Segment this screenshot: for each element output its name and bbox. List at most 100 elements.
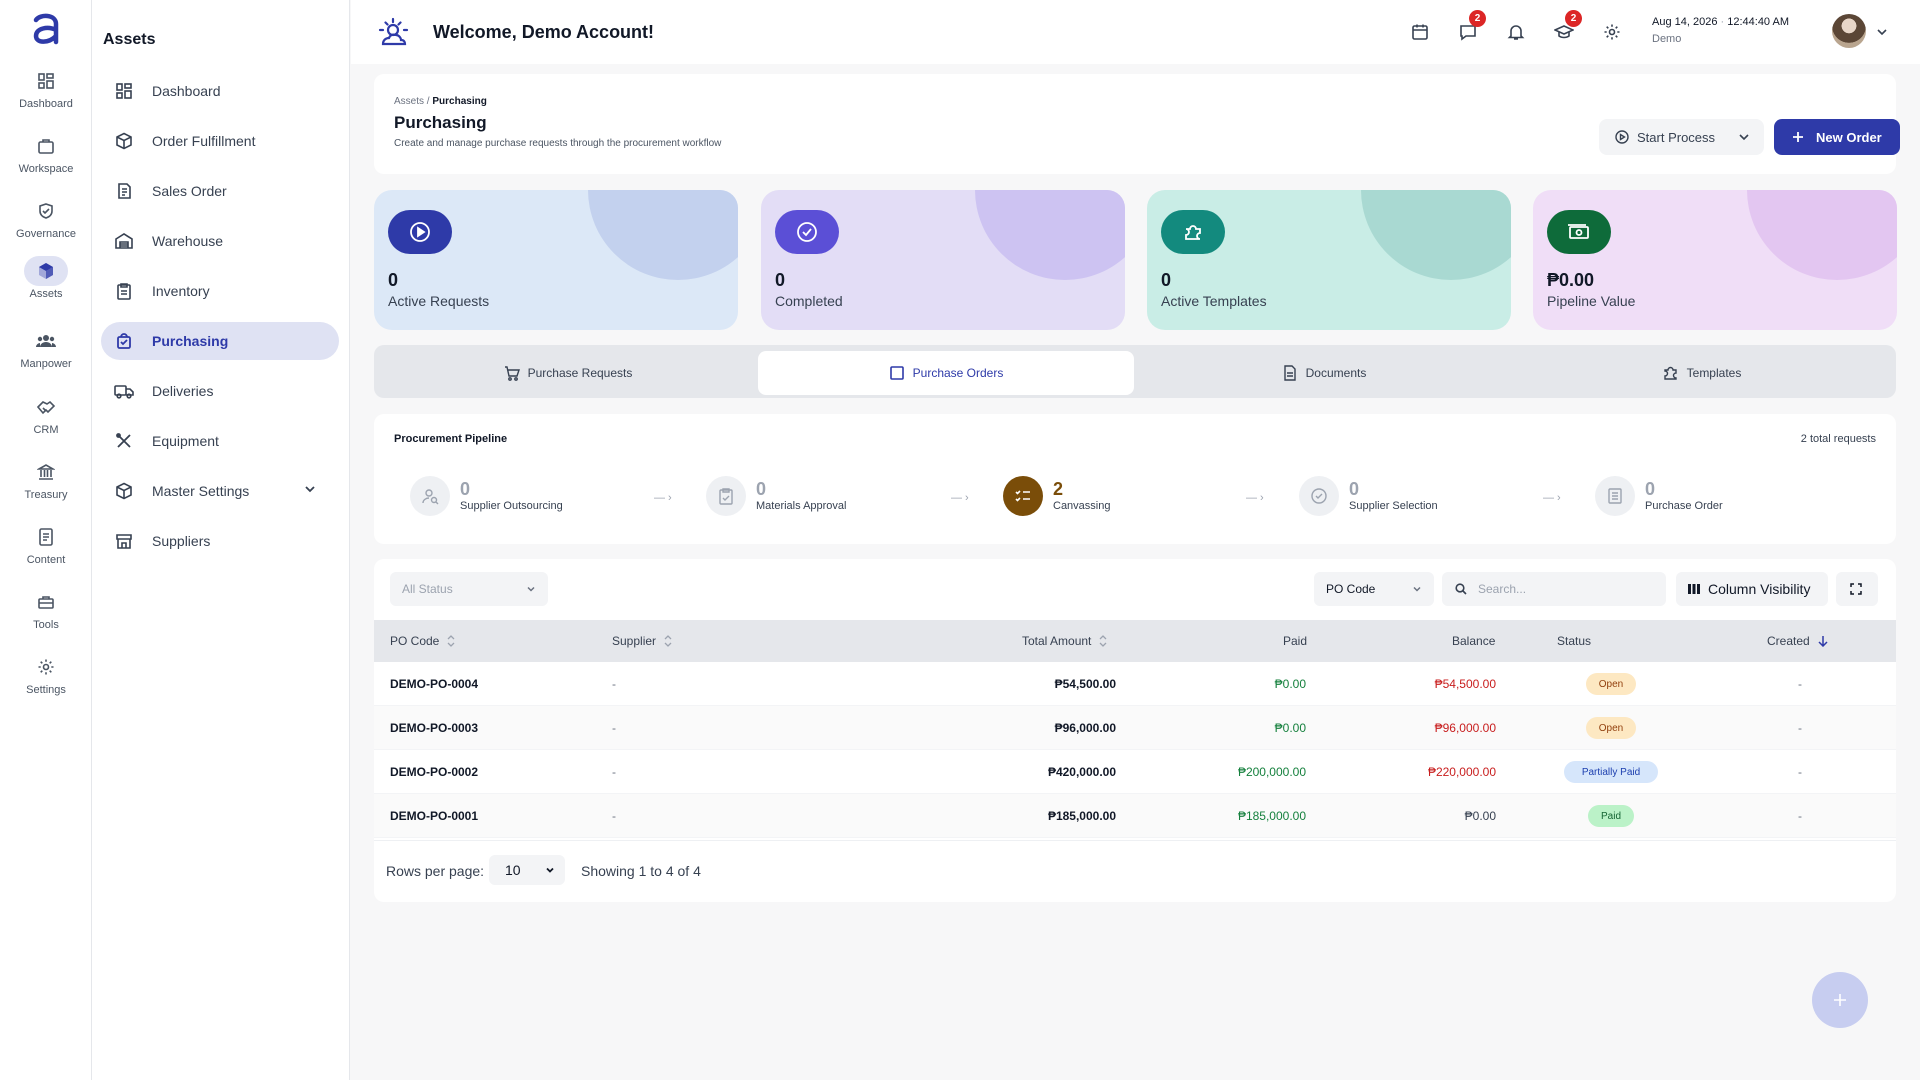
new-order-button[interactable]: New Order [1774, 119, 1900, 155]
column-header-label: Created [1767, 634, 1810, 648]
search-field-select[interactable]: PO Code [1314, 572, 1434, 606]
tab-templates[interactable]: Templates [1514, 351, 1890, 395]
table-row[interactable]: DEMO-PO-0003 - ₱96,000.00 ₱0.00 ₱96,000.… [374, 706, 1896, 750]
table-row[interactable]: DEMO-PO-0002 - ₱420,000.00 ₱200,000.00 ₱… [374, 750, 1896, 794]
pipeline-stage-supplier-selection[interactable]: 0 Supplier Selection [1299, 476, 1438, 516]
stage-label: Materials Approval [756, 500, 847, 512]
rail-label: Workspace [18, 163, 74, 175]
column-header-created[interactable]: Created [1767, 634, 1828, 648]
chevron-down-icon[interactable] [303, 482, 317, 496]
column-visibility-button[interactable]: Column Visibility [1676, 572, 1828, 606]
status-filter-value: All Status [402, 582, 453, 596]
learning-button[interactable]: 2 [1551, 10, 1582, 45]
rail-item-assets[interactable]: Assets [0, 256, 92, 312]
sidebar-item-master-settings[interactable]: Master Settings [101, 472, 339, 510]
money-icon [1547, 210, 1611, 254]
po-code-cell: DEMO-PO-0001 [390, 809, 479, 823]
orders-table-card: All Status PO Code Search... Column Visi… [374, 559, 1896, 902]
sidebar-item-suppliers[interactable]: Suppliers [101, 522, 339, 560]
po-code-cell: DEMO-PO-0004 [390, 677, 479, 691]
rail-label: Manpower [20, 358, 72, 370]
total-cell: ₱96,000.00 [1054, 721, 1116, 735]
messages-button[interactable]: 2 [1455, 10, 1486, 45]
play-circle-icon [388, 210, 452, 254]
rail-item-workspace[interactable]: Workspace [0, 131, 92, 187]
document-icon [1282, 365, 1306, 381]
status-badge: Paid [1588, 805, 1634, 827]
users-icon [24, 326, 68, 356]
list-check-icon [1003, 476, 1043, 516]
rail-item-tools[interactable]: Tools [0, 587, 92, 643]
created-cell: - [1798, 677, 1802, 691]
toolbox-icon [24, 587, 68, 617]
pipeline-stage-canvassing[interactable]: 2 Canvassing [1003, 476, 1110, 516]
sidebar-item-label: Inventory [152, 283, 210, 299]
sidebar-item-dashboard[interactable]: Dashboard [101, 72, 339, 110]
pipeline-stage-materials-approval[interactable]: 0 Materials Approval [706, 476, 847, 516]
badge-check-icon [1299, 476, 1339, 516]
tab-purchase-orders[interactable]: Purchase Orders [758, 351, 1134, 395]
puzzle-icon [1161, 210, 1225, 254]
table-header: PO Code Supplier Total Amount Paid Balan… [374, 620, 1896, 662]
arrow-down-icon [1810, 635, 1828, 647]
column-visibility-label: Column Visibility [1708, 581, 1811, 597]
rail-item-manpower[interactable]: Manpower [0, 326, 92, 382]
sidebar-item-order-fulfillment[interactable]: Order Fulfillment [101, 122, 339, 160]
stat-card-pipeline-value: ₱0.00 Pipeline Value [1533, 190, 1897, 330]
rail-item-content[interactable]: Content [0, 522, 92, 578]
column-header-status[interactable]: Status [1557, 634, 1591, 648]
column-header-balance[interactable]: Balance [1452, 634, 1495, 648]
chevron-down-icon [1738, 131, 1750, 143]
stage-label: Supplier Selection [1349, 500, 1438, 512]
rail-item-dashboard[interactable]: Dashboard [0, 66, 92, 122]
column-header-paid[interactable]: Paid [1283, 634, 1307, 648]
sidebar-item-label: Deliveries [152, 383, 214, 399]
rail-item-settings[interactable]: Settings [0, 652, 92, 708]
calendar-icon[interactable] [1407, 19, 1433, 45]
paid-cell: ₱0.00 [1274, 677, 1306, 691]
sidebar-title: Assets [103, 31, 156, 48]
date-text: Aug 14, 2026 [1652, 16, 1718, 28]
rail-item-governance[interactable]: Governance [0, 196, 92, 252]
column-header-total-amount[interactable]: Total Amount [1022, 634, 1107, 648]
rows-per-page-select[interactable]: 10 [489, 855, 565, 885]
bell-icon[interactable] [1503, 19, 1529, 45]
start-process-button[interactable]: Start Process [1599, 119, 1764, 155]
column-header-supplier[interactable]: Supplier [612, 634, 672, 648]
total-cell: ₱54,500.00 [1054, 677, 1116, 691]
pipeline-stage-supplier-outsourcing[interactable]: 0 Supplier Outsourcing [410, 476, 563, 516]
sort-icon [439, 635, 455, 647]
table-row[interactable]: DEMO-PO-0004 - ₱54,500.00 ₱0.00 ₱54,500.… [374, 662, 1896, 706]
tab-purchase-requests[interactable]: Purchase Requests [380, 351, 756, 395]
floating-add-button[interactable] [1812, 972, 1868, 1028]
column-header-po-code[interactable]: PO Code [390, 634, 455, 648]
rail-item-crm[interactable]: CRM [0, 392, 92, 448]
app-logo[interactable] [30, 12, 62, 46]
sidebar-item-purchasing[interactable]: Purchasing [101, 322, 339, 360]
sidebar-item-inventory[interactable]: Inventory [101, 272, 339, 310]
balance-cell: ₱0.00 [1464, 809, 1496, 823]
status-filter-select[interactable]: All Status [390, 572, 548, 606]
rail-item-treasury[interactable]: Treasury [0, 457, 92, 513]
sidebar-item-sales-order[interactable]: Sales Order [101, 172, 339, 210]
total-cell: ₱185,000.00 [1047, 809, 1116, 823]
column-header-label: Paid [1283, 634, 1308, 648]
sidebar-item-warehouse[interactable]: Warehouse [101, 222, 339, 260]
settings-gear-icon[interactable] [1599, 19, 1625, 45]
search-input[interactable]: Search... [1442, 572, 1666, 606]
chevron-down-icon[interactable] [1876, 26, 1888, 38]
sidebar-item-deliveries[interactable]: Deliveries [101, 372, 339, 410]
user-search-icon [410, 476, 450, 516]
fullscreen-button[interactable] [1836, 572, 1878, 606]
sidebar-item-equipment[interactable]: Equipment [101, 422, 339, 460]
breadcrumb-parent[interactable]: Assets [394, 96, 424, 107]
table-row[interactable]: DEMO-PO-0001 - ₱185,000.00 ₱185,000.00 ₱… [374, 794, 1896, 838]
tab-documents[interactable]: Documents [1136, 351, 1512, 395]
avatar[interactable] [1832, 14, 1866, 48]
datetime: Aug 14, 2026 · 12:44:40 AM [1652, 16, 1790, 28]
stage-count: 0 [1349, 479, 1360, 499]
paid-cell: ₱0.00 [1274, 721, 1306, 735]
top-bar: Welcome, Demo Account! 2 2 Aug 14, 2026 … [351, 0, 1920, 64]
supplier-cell: - [612, 721, 616, 735]
pipeline-stage-purchase-order[interactable]: 0 Purchase Order [1595, 476, 1723, 516]
